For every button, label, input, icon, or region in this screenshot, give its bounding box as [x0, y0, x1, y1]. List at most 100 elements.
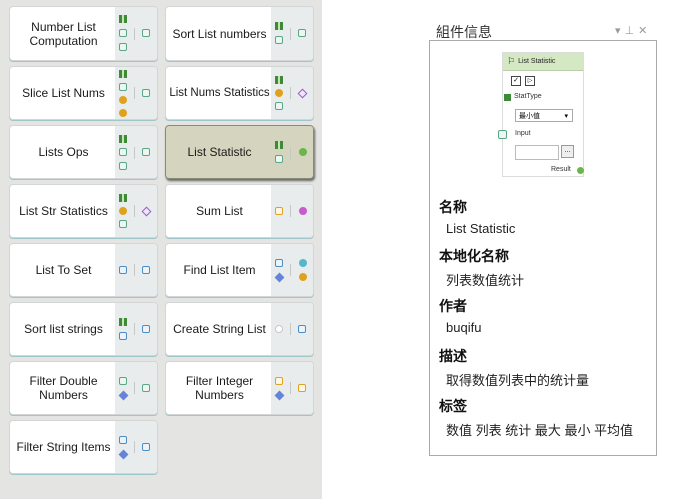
run-button[interactable]: ▷: [525, 76, 535, 86]
node-ports: [115, 244, 157, 296]
field-value-localized-name: 列表数值统计: [446, 273, 525, 288]
list-port-icon: [119, 43, 127, 51]
list-output-icon: [142, 443, 150, 451]
list-port-icon: [275, 36, 283, 44]
result-label: Result: [551, 166, 571, 173]
node-preview: ⚐ List Statistic ✓ ▷ StatType 最小值 ▾ Inpu…: [498, 52, 584, 177]
field-value-name: List Statistic: [446, 221, 516, 236]
node-ports: [271, 126, 313, 178]
node-ports: [271, 185, 313, 237]
field-heading-tags: 标签: [439, 398, 467, 414]
item-port-icon: [118, 390, 129, 401]
pin-icon[interactable]: ⊥: [625, 25, 639, 37]
grid-port-icon: [119, 15, 127, 23]
grid-port-icon: [119, 70, 127, 78]
number-output-icon: [299, 207, 307, 215]
grid-port-icon: [504, 94, 511, 101]
grid-port-icon: [119, 318, 127, 326]
node-ports: [115, 126, 157, 178]
node-filter-double-numbers[interactable]: Filter Double Numbers: [9, 361, 158, 415]
output-icon: [299, 259, 307, 267]
list-port-icon: [119, 266, 127, 274]
list-port-icon: [275, 102, 283, 110]
list-port-icon: [498, 130, 507, 139]
node-list-nums-statistics[interactable]: List Nums Statistics: [165, 66, 314, 120]
node-sort-list-numbers[interactable]: Sort List numbers: [165, 6, 314, 61]
node-label: Sum List: [196, 204, 243, 218]
node-palette: Number List Computation Sort List number…: [0, 0, 322, 499]
list-port-icon: [119, 83, 127, 91]
field-value-author: buqifu: [446, 320, 482, 335]
node-list-str-statistics[interactable]: List Str Statistics: [9, 184, 158, 238]
node-label: Slice List Nums: [22, 86, 105, 100]
input-label: Input: [515, 130, 531, 137]
field-value-description: 取得数值列表中的统计量: [446, 373, 590, 388]
node-label: List To Set: [35, 263, 92, 277]
flag-icon: ⚐: [507, 56, 516, 66]
node-create-string-list[interactable]: Create String List: [165, 302, 314, 356]
node-slice-list-nums[interactable]: Slice List Nums: [9, 66, 158, 120]
node-sort-list-strings[interactable]: Sort list strings: [9, 302, 158, 356]
input-field[interactable]: [515, 145, 559, 160]
list-port-icon: [119, 377, 127, 385]
stat-type-label: StatType: [514, 93, 542, 100]
list-port-icon: [275, 259, 283, 267]
stat-type-select[interactable]: 最小值 ▾: [515, 109, 573, 122]
list-port-icon: [119, 162, 127, 170]
list-port-icon: [119, 148, 127, 156]
grid-port-icon: [275, 22, 283, 30]
list-port-icon: [275, 155, 283, 163]
node-find-list-item[interactable]: Find List Item: [165, 243, 314, 297]
chevron-down-icon[interactable]: ▾: [615, 25, 625, 37]
list-port-icon: [119, 332, 127, 340]
node-ports: [115, 303, 157, 355]
list-output-icon: [142, 29, 150, 37]
list-port-icon: [119, 29, 127, 37]
list-output-icon: [298, 325, 306, 333]
node-lists-ops[interactable]: Lists Ops: [9, 125, 158, 179]
node-label: Find List Item: [183, 263, 256, 277]
list-output-icon: [142, 89, 150, 97]
node-ports: [271, 362, 313, 414]
enable-checkbox[interactable]: ✓: [511, 76, 521, 86]
grid-port-icon: [275, 76, 283, 84]
result-output-icon: [577, 167, 584, 174]
node-filter-integer-numbers[interactable]: Filter Integer Numbers: [165, 361, 314, 415]
preview-header: ⚐ List Statistic: [503, 53, 583, 71]
grid-port-icon: [119, 135, 127, 143]
list-output-icon: [142, 384, 150, 392]
dictionary-output-icon: [141, 206, 152, 217]
node-label: List Str Statistics: [19, 204, 108, 218]
node-label: Filter Integer Numbers: [185, 374, 254, 402]
item-port-icon: [118, 449, 129, 460]
node-list-statistic[interactable]: List Statistic: [165, 125, 314, 179]
node-number-list-computation[interactable]: Number List Computation: [9, 6, 158, 61]
node-ports: [271, 67, 313, 119]
list-port-icon: [119, 436, 127, 444]
dictionary-output-icon: [297, 88, 308, 99]
node-list-to-set[interactable]: List To Set: [9, 243, 158, 297]
node-ports: [271, 303, 313, 355]
close-icon[interactable]: ✕: [638, 25, 651, 37]
field-heading-localized-name: 本地化名称: [439, 248, 509, 264]
node-label: Sort List numbers: [172, 26, 267, 41]
item-port-icon: [274, 272, 285, 283]
window-controls: ▾⊥✕: [615, 24, 651, 37]
node-ports: [271, 244, 313, 296]
field-heading-description: 描述: [439, 348, 467, 364]
node-label: Create String List: [173, 322, 266, 336]
node-ports: [115, 7, 157, 60]
panel-title: 組件信息: [436, 24, 492, 40]
item-port-icon: [274, 390, 285, 401]
node-filter-string-items[interactable]: Filter String Items: [9, 420, 158, 474]
list-output-icon: [142, 148, 150, 156]
node-ports: [115, 421, 157, 473]
node-label: Number List Computation: [29, 19, 98, 48]
node-sum-list[interactable]: Sum List: [165, 184, 314, 238]
grid-port-icon: [119, 194, 127, 202]
preview-node-title: List Statistic: [518, 58, 556, 65]
node-label: Sort list strings: [24, 322, 103, 336]
number-list-output-icon: [298, 384, 306, 392]
browse-button[interactable]: ...: [561, 145, 574, 158]
number-port-icon: [119, 109, 127, 117]
